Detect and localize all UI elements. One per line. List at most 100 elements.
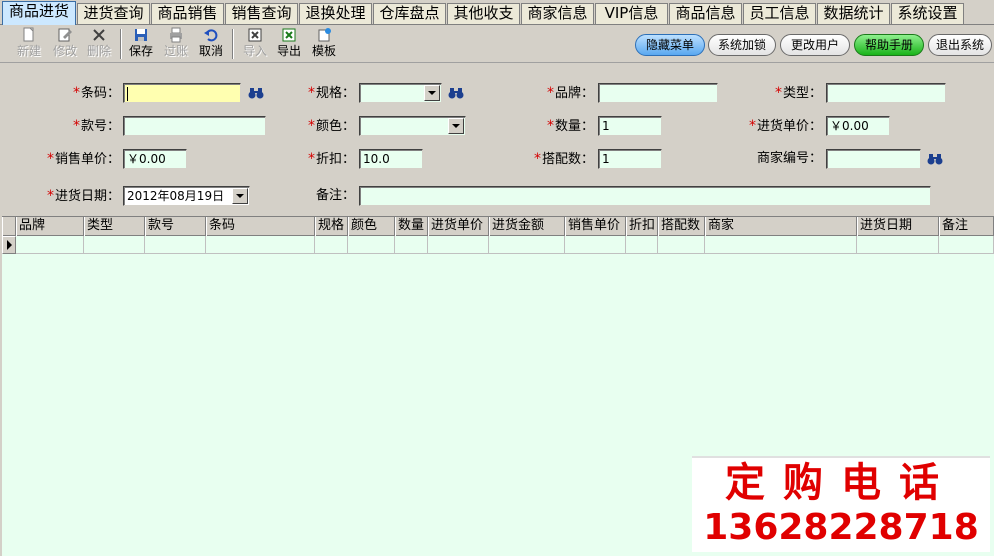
- new-button[interactable]: 新建: [12, 27, 46, 61]
- style-no-input[interactable]: [123, 116, 266, 136]
- banner-title: 定购电话: [725, 459, 957, 506]
- delete-button[interactable]: 删除: [82, 27, 116, 61]
- tab-settings[interactable]: 系统设置: [891, 3, 964, 24]
- spec-dropdown[interactable]: [359, 83, 442, 103]
- tab-returns[interactable]: 退换处理: [299, 3, 372, 24]
- column-header[interactable]: 数量: [395, 217, 428, 236]
- tab-purchase-query[interactable]: 进货查询: [77, 3, 150, 24]
- excel-export-icon: [282, 28, 296, 42]
- delete-x-icon: [93, 29, 105, 41]
- cancel-button[interactable]: 取消: [196, 27, 226, 61]
- column-header[interactable]: 销售单价: [565, 217, 626, 236]
- table-cell[interactable]: [16, 236, 84, 254]
- spec-label: *规格：: [307, 85, 355, 101]
- import-button[interactable]: 导入: [240, 27, 270, 61]
- table-cell[interactable]: [395, 236, 428, 254]
- lock-system-button[interactable]: 系统加锁: [708, 34, 776, 56]
- export-button[interactable]: 导出: [274, 27, 304, 61]
- template-button[interactable]: 模板: [308, 27, 340, 61]
- save-disk-icon: [135, 29, 147, 41]
- table-cell[interactable]: [348, 236, 395, 254]
- edit-button-label: 修改: [52, 44, 77, 58]
- chevron-down-icon[interactable]: [448, 118, 464, 134]
- table-cell[interactable]: [84, 236, 145, 254]
- tab-inventory[interactable]: 仓库盘点: [373, 3, 446, 24]
- match-count-label: *搭配数：: [533, 151, 594, 167]
- table-cell[interactable]: [658, 236, 705, 254]
- hide-menu-button[interactable]: 隐藏菜单: [635, 34, 705, 56]
- purchase-date-picker[interactable]: 2012年08月19日: [123, 186, 250, 206]
- post-button[interactable]: 过账: [160, 27, 192, 61]
- table-cell[interactable]: [206, 236, 315, 254]
- type-input[interactable]: [826, 83, 946, 103]
- column-header[interactable]: 折扣: [626, 217, 658, 236]
- vendor-code-input[interactable]: [826, 149, 921, 169]
- toolbar-separator: [120, 29, 122, 59]
- current-row-indicator-icon: [2, 236, 16, 254]
- column-header[interactable]: 进货日期: [857, 217, 939, 236]
- color-dropdown[interactable]: [359, 116, 466, 136]
- table-cell[interactable]: [626, 236, 658, 254]
- tab-vendor-info[interactable]: 商家信息: [521, 3, 594, 24]
- table-cell[interactable]: [145, 236, 206, 254]
- cancel-button-label: 取消: [198, 44, 223, 58]
- table-cell[interactable]: [565, 236, 626, 254]
- undo-icon: [204, 29, 218, 42]
- tab-other-income[interactable]: 其他收支: [447, 3, 520, 24]
- quantity-input[interactable]: 1: [598, 116, 662, 136]
- column-header[interactable]: 品牌: [16, 217, 84, 236]
- sale-price-input[interactable]: ￥0.00: [123, 149, 187, 169]
- save-button-label: 保存: [128, 44, 153, 58]
- chevron-down-icon[interactable]: [424, 85, 440, 101]
- tab-purchase[interactable]: 商品进货: [2, 1, 76, 25]
- spec-search-binoculars-icon[interactable]: [448, 86, 464, 100]
- tab-product-info[interactable]: 商品信息: [669, 3, 742, 24]
- tab-statistics[interactable]: 数据统计: [817, 3, 890, 24]
- table-cell[interactable]: [857, 236, 939, 254]
- column-header[interactable]: 规格: [315, 217, 348, 236]
- save-button[interactable]: 保存: [126, 27, 156, 61]
- help-manual-button[interactable]: 帮助手册: [854, 34, 924, 56]
- change-user-button[interactable]: 更改用户: [780, 34, 850, 56]
- column-header[interactable]: 类型: [84, 217, 145, 236]
- toolbar: 新建 修改 删除 保存 过账 取消 导入 导出 模板 隐藏菜单 系统加锁 更改用…: [0, 25, 994, 63]
- purchase-price-input[interactable]: ￥0.00: [826, 116, 890, 136]
- tab-sales[interactable]: 商品销售: [151, 3, 224, 24]
- column-header[interactable]: 款号: [145, 217, 206, 236]
- table-cell[interactable]: [315, 236, 348, 254]
- barcode-input[interactable]: [123, 83, 241, 103]
- quantity-label: *数量：: [546, 118, 594, 134]
- table-row[interactable]: [2, 236, 994, 254]
- column-header[interactable]: 搭配数: [658, 217, 705, 236]
- tab-vip-info[interactable]: VIP信息: [595, 3, 668, 24]
- table-cell[interactable]: [939, 236, 994, 254]
- table-cell[interactable]: [489, 236, 565, 254]
- style-no-label: *款号：: [72, 118, 120, 134]
- edit-button[interactable]: 修改: [48, 27, 82, 61]
- column-header[interactable]: 条码: [206, 217, 315, 236]
- type-label: *类型：: [774, 85, 822, 101]
- tab-staff-info[interactable]: 员工信息: [743, 3, 816, 24]
- match-count-input[interactable]: 1: [598, 149, 662, 169]
- exit-system-button[interactable]: 退出系统: [928, 34, 992, 56]
- purchase-entry-form: *条码： *规格： *品牌： *类型： *款号： *颜色： *数量： 1 *进货…: [0, 64, 994, 214]
- column-header[interactable]: 进货金额: [489, 217, 565, 236]
- chevron-down-icon[interactable]: [232, 188, 248, 204]
- table-cell[interactable]: [428, 236, 489, 254]
- brand-label: *品牌：: [546, 85, 594, 101]
- table-cell[interactable]: [705, 236, 857, 254]
- vendor-search-binoculars-icon[interactable]: [927, 152, 943, 166]
- sale-price-label: *销售单价：: [46, 151, 120, 167]
- column-header[interactable]: 备注: [939, 217, 994, 236]
- column-header[interactable]: 进货单价: [428, 217, 489, 236]
- discount-input[interactable]: 10.0: [359, 149, 423, 169]
- banner-phone-number: 13628228718: [703, 507, 979, 548]
- barcode-search-binoculars-icon[interactable]: [248, 86, 264, 100]
- tab-sales-query[interactable]: 销售查询: [225, 3, 298, 24]
- column-header[interactable]: 颜色: [348, 217, 395, 236]
- grid-corner: [2, 217, 16, 236]
- brand-input[interactable]: [598, 83, 718, 103]
- remark-input[interactable]: [359, 186, 931, 206]
- column-header[interactable]: 商家: [705, 217, 857, 236]
- module-tab-bar: 商品进货 进货查询 商品销售 销售查询 退换处理 仓库盘点 其他收支 商家信息 …: [0, 0, 994, 25]
